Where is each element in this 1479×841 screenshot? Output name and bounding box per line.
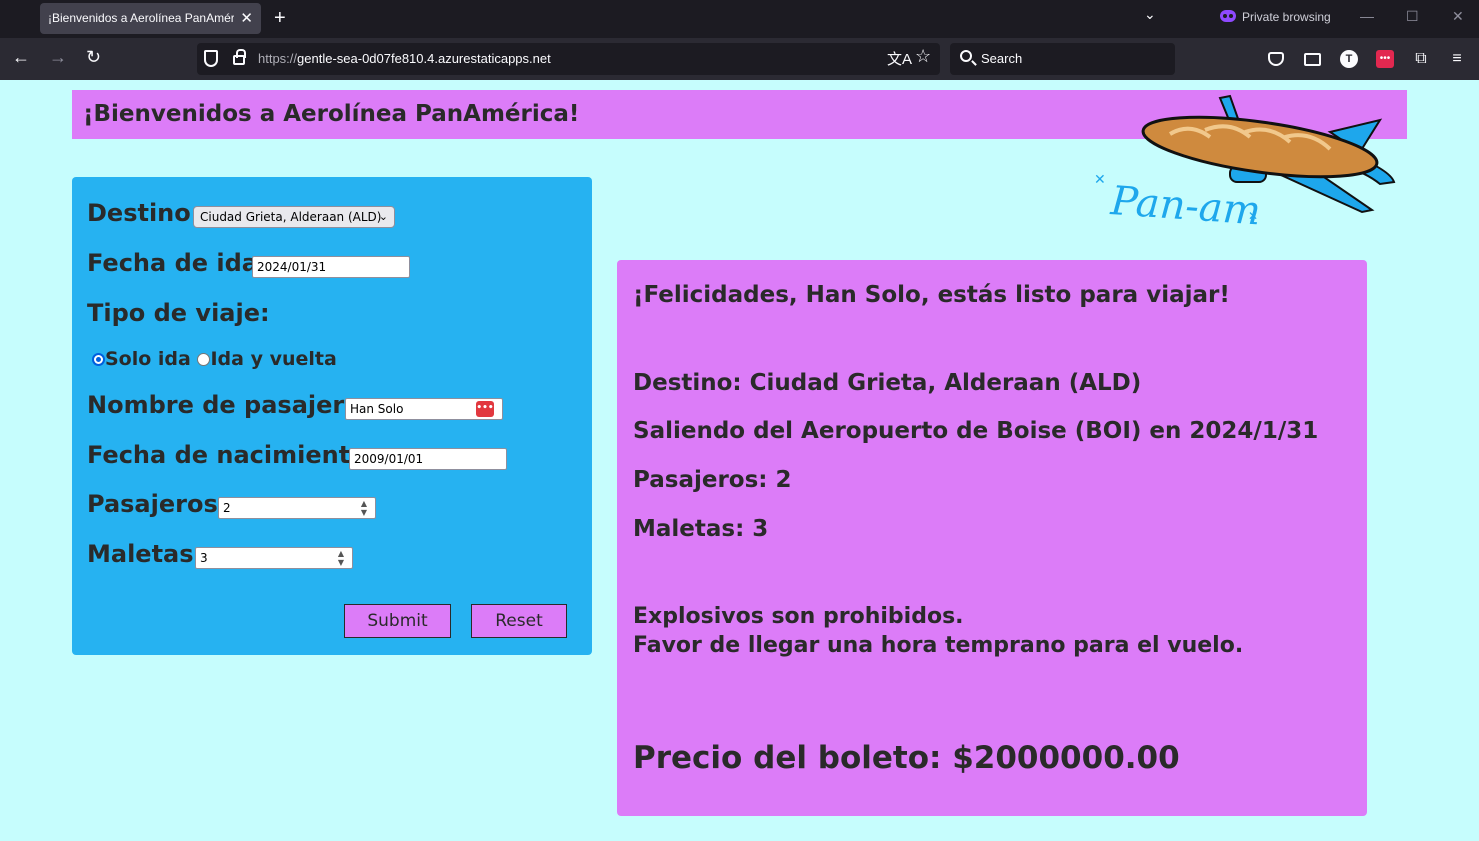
forward-icon[interactable]: → — [49, 47, 67, 68]
maletas-value: 3 — [200, 551, 208, 565]
maletas-stepper-icon[interactable]: ▲ ▼ — [334, 549, 348, 567]
pan-am-logo: Pan-am ✕ ✕ — [1094, 94, 1396, 227]
result-pasajeros: Pasajeros: 2 — [633, 467, 792, 493]
congrats-message: ¡Felicidades, Han Solo, estás listo para… — [633, 282, 1230, 308]
pasajeros-stepper-icon[interactable]: ▲ ▼ — [357, 499, 371, 517]
close-window-icon[interactable]: ✕ — [1452, 8, 1464, 25]
chevron-down-icon: ⌄ — [378, 210, 388, 223]
private-mask-icon — [1220, 10, 1236, 22]
reset-button[interactable]: Reset — [471, 604, 567, 638]
account-avatar[interactable]: T — [1340, 50, 1358, 68]
result-destino: Destino: Ciudad Grieta, Alderaan (ALD) — [633, 370, 1142, 396]
extensions-icon[interactable]: ⧉ — [1412, 50, 1430, 68]
result-panel: ¡Felicidades, Han Solo, estás listo para… — [617, 260, 1367, 816]
nombre-value: Han Solo — [350, 402, 404, 416]
solo-ida-radio[interactable] — [92, 353, 105, 366]
warning-llegar-temprano: Favor de llegar una hora temprano para e… — [633, 633, 1244, 658]
minimize-icon[interactable]: — — [1360, 8, 1374, 24]
maximize-icon[interactable]: ☐ — [1406, 8, 1419, 25]
pasajeros-label: Pasajeros: — [87, 490, 228, 518]
bookmark-star-icon[interactable]: ☆ — [915, 46, 931, 67]
password-manager-icon[interactable]: ••• — [1376, 50, 1394, 68]
nacimiento-label: Fecha de nacimiento: — [87, 441, 377, 469]
new-tab-icon[interactable]: + — [274, 4, 286, 32]
lock-icon[interactable] — [233, 49, 246, 65]
chevron-down-icon[interactable]: ⌄ — [1144, 6, 1156, 23]
destino-selected-value: Ciudad Grieta, Alderaan (ALD) — [200, 210, 382, 224]
ticket-price: Precio del boleto: $2000000.00 — [633, 740, 1180, 776]
back-icon[interactable]: ← — [12, 47, 30, 68]
nacimiento-input[interactable]: 2009/01/01 — [349, 448, 507, 470]
fecha-ida-label: Fecha de ida: — [87, 249, 268, 277]
ida-vuelta-radio[interactable] — [197, 353, 211, 366]
nombre-label: Nombre de pasajero: — [87, 391, 371, 419]
menu-icon[interactable]: ≡ — [1448, 50, 1466, 68]
pasajeros-input[interactable]: 2 ▲ ▼ — [218, 497, 376, 519]
reload-icon[interactable]: ↻ — [86, 47, 101, 68]
logo-sparkle-right: ✕ — [1248, 209, 1258, 223]
search-icon — [960, 50, 972, 62]
password-fill-icon[interactable]: ••• — [476, 401, 494, 417]
maletas-label: Maletas: — [87, 540, 204, 568]
shield-icon[interactable] — [204, 50, 218, 67]
url-host: gentle-sea-0d07fe810.4.azurestaticapps.n… — [297, 51, 551, 66]
maletas-input[interactable]: 3 ▲ ▼ — [195, 547, 353, 569]
url-bar[interactable]: https://gentle-sea-0d07fe810.4.azurestat… — [197, 43, 940, 75]
search-placeholder: Search — [981, 51, 1023, 66]
search-bar[interactable]: Search — [950, 43, 1175, 75]
nombre-input[interactable]: Han Solo ••• — [345, 398, 503, 420]
logo-sparkle-left: ✕ — [1094, 172, 1106, 188]
page-title: ¡Bienvenidos a Aerolínea PanAmérica! — [83, 101, 580, 127]
tipo-viaje-options: Solo ida Ida y vuelta — [92, 348, 337, 370]
tipo-viaje-label: Tipo de viaje: — [87, 299, 270, 327]
url-scheme: https:// — [258, 51, 298, 66]
warning-explosivos: Explosivos son prohibidos. — [633, 604, 964, 629]
solo-ida-label[interactable]: Solo ida — [105, 348, 191, 370]
booking-form: Destino: Ciudad Grieta, Alderaan (ALD) ⌄… — [72, 177, 592, 655]
browser-nav-bar: ← → ↻ https://gentle-sea-0d07fe810.4.azu… — [0, 38, 1479, 80]
result-saliendo: Saliendo del Aeropuerto de Boise (BOI) e… — [633, 418, 1319, 444]
private-browsing-indicator: Private browsing — [1220, 10, 1331, 24]
browser-tab-bar: ¡Bienvenidos a Aerolínea PanAmérica! ✕ +… — [0, 0, 1479, 38]
result-maletas: Maletas: 3 — [633, 516, 769, 542]
reader-view-icon[interactable] — [1304, 53, 1321, 66]
private-browsing-label: Private browsing — [1242, 10, 1331, 24]
url-text[interactable]: https://gentle-sea-0d07fe810.4.azurestat… — [258, 51, 551, 66]
destino-select[interactable]: Ciudad Grieta, Alderaan (ALD) ⌄ — [193, 206, 395, 228]
tab-close-icon[interactable]: ✕ — [240, 3, 253, 34]
pasajeros-value: 2 — [223, 501, 231, 515]
tab-title: ¡Bienvenidos a Aerolínea PanAmérica! — [48, 11, 234, 25]
pocket-icon[interactable] — [1268, 52, 1284, 66]
destino-label: Destino: — [87, 199, 201, 227]
browser-tab[interactable]: ¡Bienvenidos a Aerolínea PanAmérica! ✕ — [40, 3, 261, 34]
translate-icon[interactable]: 文A — [887, 48, 912, 69]
ida-vuelta-label[interactable]: Ida y vuelta — [210, 348, 336, 370]
logo-text: Pan-am — [1108, 178, 1262, 227]
submit-button[interactable]: Submit — [344, 604, 451, 638]
fecha-ida-input[interactable]: 2024/01/31 — [252, 256, 410, 278]
